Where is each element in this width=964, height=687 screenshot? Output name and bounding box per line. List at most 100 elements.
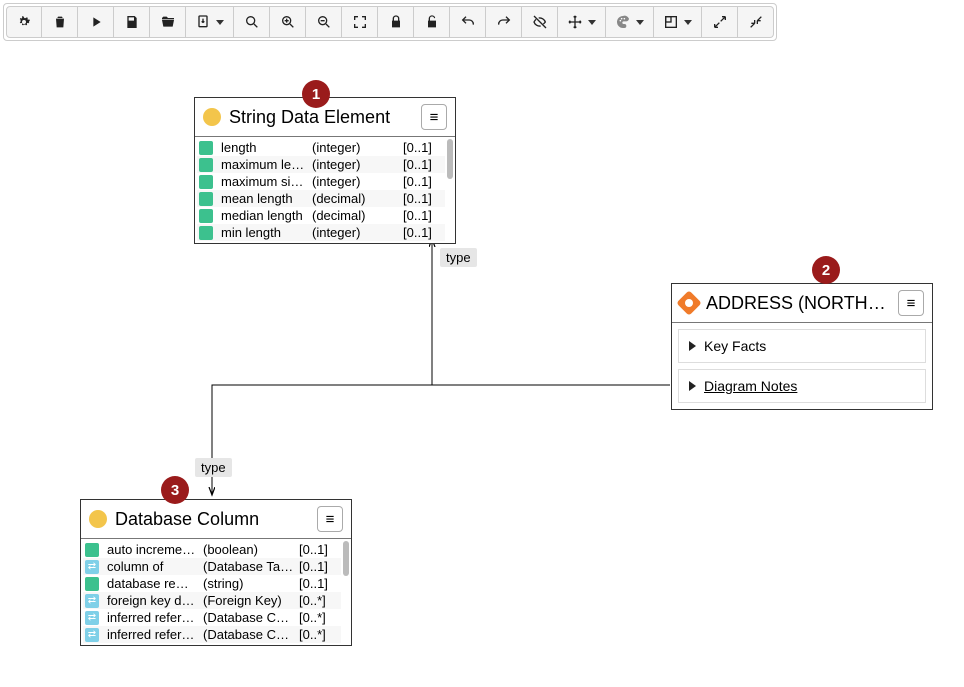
- attr-name: length: [221, 140, 308, 155]
- attr-cardinality: [0..1]: [299, 576, 339, 591]
- node-address[interactable]: ADDRESS (NORTHWIN... ≡ Key Facts Diagram …: [671, 283, 933, 410]
- node-badge-3: 3: [161, 476, 189, 504]
- attribute-icon: [199, 158, 213, 172]
- node-string-data-element[interactable]: String Data Element ≡ length (integer) [0.…: [194, 97, 456, 244]
- expandable-section[interactable]: Diagram Notes: [678, 369, 926, 403]
- scrollbar-thumb[interactable]: [447, 139, 453, 179]
- attribute-row[interactable]: maximum length(integer)[0..1]: [197, 156, 445, 173]
- attr-type: (Database Table): [203, 559, 295, 574]
- move-dropdown[interactable]: [558, 6, 606, 38]
- attr-cardinality: [0..1]: [403, 225, 443, 240]
- node-title: String Data Element: [229, 107, 413, 128]
- attribute-list: auto incremented (boolean) [0..1] ⇄ column o…: [81, 539, 351, 645]
- attribute-row[interactable]: ⇄ inferred referenc... (Database Colu... [0…: [83, 626, 341, 643]
- node-database-column[interactable]: Database Column ≡ auto incremented (boole…: [80, 499, 352, 646]
- class-icon: [89, 510, 107, 528]
- delete-button[interactable]: [42, 6, 78, 38]
- attribute-list: length (integer) [0..1] maximum length (inte…: [195, 137, 455, 243]
- attr-type: (string): [203, 576, 295, 591]
- zoom-in-button[interactable]: [270, 6, 306, 38]
- attribute-row[interactable]: median length(decimal)[0..1]: [197, 207, 445, 224]
- attr-cardinality: [0..1]: [403, 208, 443, 223]
- open-button[interactable]: [150, 6, 186, 38]
- hamburger-icon[interactable]: ≡: [317, 506, 343, 532]
- settings-button[interactable]: [6, 6, 42, 38]
- caret-right-icon: [689, 341, 696, 351]
- attr-name: maximum length: [221, 157, 308, 172]
- expand-button[interactable]: [702, 6, 738, 38]
- attribute-row[interactable]: auto incremented(boolean)[0..1]: [83, 541, 341, 558]
- attr-type: (decimal): [312, 191, 399, 206]
- palette-dropdown[interactable]: [606, 6, 654, 38]
- attribute-row[interactable]: min length (integer) [0..1]: [197, 224, 445, 241]
- relation-icon: ⇄: [85, 560, 99, 574]
- node-header[interactable]: ADDRESS (NORTHWIN... ≡: [672, 284, 932, 323]
- attr-cardinality: [0..1]: [403, 174, 443, 189]
- attr-cardinality: [0..*]: [299, 593, 339, 608]
- expandable-section[interactable]: Key Facts: [678, 329, 926, 363]
- attribute-icon: [199, 226, 213, 240]
- undo-button[interactable]: [450, 6, 486, 38]
- attr-cardinality: [0..*]: [299, 610, 339, 625]
- attr-type: (integer): [312, 174, 399, 189]
- hamburger-icon[interactable]: ≡: [898, 290, 924, 316]
- hamburger-icon[interactable]: ≡: [421, 104, 447, 130]
- attr-cardinality: [0..1]: [403, 140, 443, 155]
- attr-cardinality: [0..1]: [299, 559, 339, 574]
- edge-label-type-1: type: [440, 248, 477, 267]
- attr-name: mean length: [221, 191, 308, 206]
- attr-name: min length: [221, 225, 308, 240]
- node-title: ADDRESS (NORTHWIN...: [706, 293, 890, 314]
- node-header[interactable]: Database Column ≡: [81, 500, 351, 539]
- relation-icon: ⇄: [85, 594, 99, 608]
- attribute-icon: [199, 192, 213, 206]
- attr-type: (Foreign Key): [203, 593, 295, 608]
- export-dropdown[interactable]: [186, 6, 234, 38]
- attribute-row[interactable]: ⇄ column of (Database Table) [0..1]: [83, 558, 341, 575]
- zoom-out-button[interactable]: [306, 6, 342, 38]
- attr-name: maximum size (...: [221, 174, 308, 189]
- attr-name: inferred referenc...: [107, 610, 199, 625]
- attr-cardinality: [0..1]: [403, 191, 443, 206]
- collapse-button[interactable]: [738, 6, 774, 38]
- search-button[interactable]: [234, 6, 270, 38]
- section-label: Diagram Notes: [704, 378, 797, 394]
- attribute-icon: [85, 543, 99, 557]
- save-button[interactable]: [114, 6, 150, 38]
- attribute-row[interactable]: ⇄foreign key details(Foreign Key)[0..*]: [83, 592, 341, 609]
- attribute-row[interactable]: length (integer) [0..1]: [197, 139, 445, 156]
- attr-name: auto incremented: [107, 542, 199, 557]
- entity-icon: [676, 290, 701, 315]
- attr-type: (integer): [312, 225, 399, 240]
- attr-type: (boolean): [203, 542, 295, 557]
- attr-name: column of: [107, 559, 199, 574]
- attr-name: median length: [221, 208, 308, 223]
- redo-button[interactable]: [486, 6, 522, 38]
- unlock-button[interactable]: [414, 6, 450, 38]
- attribute-row[interactable]: maximum size (... (integer) [0..1]: [197, 173, 445, 190]
- attribute-row[interactable]: ⇄ inferred referenc... (Database Colu... [0…: [83, 609, 341, 626]
- attr-type: (integer): [312, 140, 399, 155]
- caret-right-icon: [689, 381, 696, 391]
- attribute-row[interactable]: mean length (decimal) [0..1]: [197, 190, 445, 207]
- fit-button[interactable]: [342, 6, 378, 38]
- attr-type: (Database Colu...: [203, 610, 295, 625]
- attr-cardinality: [0..*]: [299, 627, 339, 642]
- attribute-row[interactable]: database remark (string) [0..1]: [83, 575, 341, 592]
- section-label: Key Facts: [704, 338, 766, 354]
- attr-type: (integer): [312, 157, 399, 172]
- lock-button[interactable]: [378, 6, 414, 38]
- attr-type: (Database Colu...: [203, 627, 295, 642]
- edge-label-type-2: type: [195, 458, 232, 477]
- relation-icon: ⇄: [85, 611, 99, 625]
- relation-icon: ⇄: [85, 628, 99, 642]
- attr-name: database remark: [107, 576, 199, 591]
- layout-dropdown[interactable]: [654, 6, 702, 38]
- hide-button[interactable]: [522, 6, 558, 38]
- node-badge-1: 1: [302, 80, 330, 108]
- attribute-icon: [199, 209, 213, 223]
- attr-name: inferred referenc...: [107, 627, 199, 642]
- scrollbar-thumb[interactable]: [343, 541, 349, 576]
- run-button[interactable]: [78, 6, 114, 38]
- class-icon: [203, 108, 221, 126]
